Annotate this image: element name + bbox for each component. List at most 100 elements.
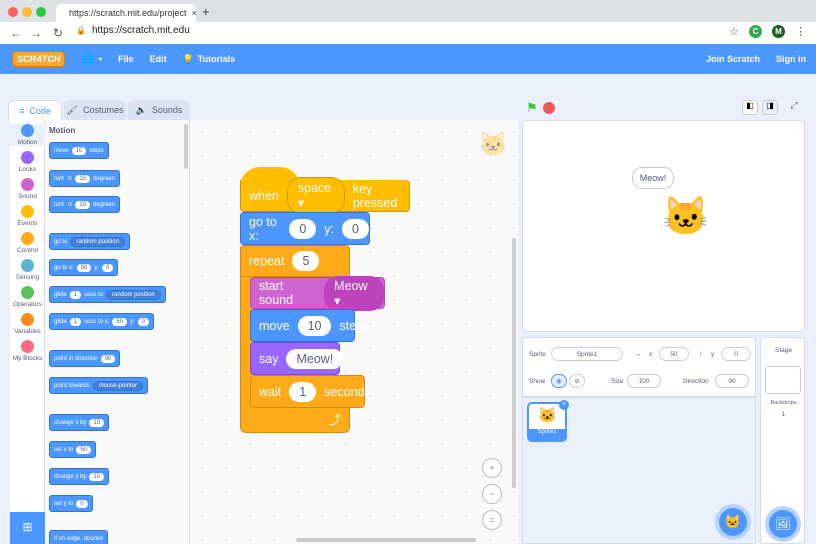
cat-thumbnail-icon: 🐱 [538,407,557,424]
tab-code[interactable]: ≡ Code [8,100,62,120]
wait-seconds-input[interactable]: 1 [289,381,317,402]
y-label: y [711,351,715,358]
category-control[interactable]: Control [10,232,45,254]
repeat-block[interactable]: repeat 5 [240,245,350,277]
add-extension-button[interactable]: ⊞ [10,512,45,544]
category-my-blocks[interactable]: My Blocks [10,340,45,362]
script-scrollbar[interactable] [296,538,476,542]
move-steps-block[interactable]: move 10 steps [250,309,369,342]
close-window-button[interactable] [8,7,18,17]
large-stage-icon[interactable]: ◨ [762,100,778,115]
address-field[interactable]: 🔒 https://scratch.mit.edu [76,25,190,36]
sprite-name-input[interactable]: Sprite1 [551,347,623,361]
palette-gotoxy-block[interactable]: go to x: 50 y: 0 [49,259,119,276]
sprite-cat-watermark-icon: 🐱 [478,131,508,158]
wait-seconds-block[interactable]: wait 1 seconds [250,375,371,408]
tab-costumes[interactable]: 🖌 Costumes [64,100,126,120]
stop-icon[interactable] [543,102,555,114]
profile-avatar[interactable]: M [772,25,785,38]
edit-menu[interactable]: Edit [150,54,167,64]
x-input[interactable]: 50 [659,347,689,361]
start-sound-block[interactable]: start sound Meow ▾ [250,275,385,311]
browser-tab[interactable]: https://scratch.mit.edu/project × [56,4,197,22]
palette-glidexy-block[interactable]: glide 1 secs to x: 50 y: 0 [49,313,155,330]
size-input[interactable]: 100 [627,374,661,388]
palette-goto-block[interactable]: go to random position [49,233,131,250]
palette-point-direction-block[interactable]: point in direction 90 [49,350,121,367]
back-icon[interactable]: ← [8,26,24,40]
category-operators[interactable]: Operators [10,286,45,308]
script-scrollbar-vertical[interactable] [512,238,516,488]
key-dropdown[interactable]: space ▾ [286,177,345,214]
sound-dropdown[interactable]: Meow ▾ [324,275,384,311]
palette-turn-left-block[interactable]: turn ↺ 15 degrees [49,196,120,213]
category-motion[interactable]: Motion [10,124,45,146]
hide-eye-icon[interactable]: ⊘ [569,374,585,388]
tab-sounds[interactable]: 🔈 Sounds [128,100,190,120]
repeat-count-input[interactable]: 5 [292,251,320,271]
backdrop-thumbnail[interactable] [765,366,801,394]
file-menu[interactable]: File [118,54,134,64]
palette-bounce-block[interactable]: if on edge, bounce [49,530,109,544]
goto-x-input[interactable]: 0 [289,218,317,239]
zoom-out-icon[interactable]: − [482,484,502,504]
y-input[interactable]: 0 [721,347,751,361]
goto-y-input[interactable]: 0 [342,218,369,239]
palette-scrollbar[interactable] [184,124,188,169]
join-scratch-link[interactable]: Join Scratch [706,54,760,64]
sprite-thumbnail[interactable]: 🐱 Sprite1 × [527,400,569,442]
new-tab-button[interactable]: + [202,4,210,19]
forward-icon[interactable]: → [28,26,44,40]
delete-sprite-icon[interactable]: × [559,400,569,410]
green-flag-icon[interactable]: ⚑ [526,100,538,116]
close-tab-icon[interactable]: × [192,8,197,18]
palette-turn-right-block[interactable]: turn ↻ 15 degrees [49,170,120,187]
tutorials-label: Tutorials [197,54,236,64]
fullscreen-icon[interactable]: ⤢ [786,100,802,115]
category-events[interactable]: Events [10,205,45,227]
extension-icon[interactable]: C [749,25,762,38]
category-sound[interactable]: Sound [10,178,45,200]
star-icon[interactable]: ☆ [729,25,739,38]
palette-point-towards-block[interactable]: point towards mouse-pointer [49,377,149,394]
palette-change-x-block[interactable]: change x by 10 [49,414,110,431]
zoom-controls: + − = [482,458,502,536]
goto-xy-block[interactable]: go to x: 0 y: 0 [240,212,370,245]
category-menu: Motion Looks Sound Events Control Sensin… [10,120,45,544]
stage-selector[interactable]: Stage Backdrops 1 🖼 [760,337,805,544]
add-backdrop-button[interactable]: 🖼 [769,510,797,538]
tab-sounds-label: Sounds [151,105,183,115]
minimize-window-button[interactable] [22,7,32,17]
menu-kebab-icon[interactable]: ⋮ [795,25,806,38]
zoom-reset-icon[interactable]: = [482,510,502,530]
zoom-in-icon[interactable]: + [482,458,502,478]
tutorials-menu[interactable]: 💡 Tutorials [183,54,236,65]
category-looks[interactable]: Looks [10,151,45,173]
maximize-window-button[interactable] [36,7,46,17]
small-stage-icon[interactable]: ◧ [742,100,758,115]
palette-change-y-block[interactable]: change y by 10 [49,468,110,485]
say-text-input[interactable]: Meow! [286,348,344,369]
rotate-right-icon: ↻ [67,176,73,182]
show-visible-eye-icon[interactable]: ◉ [551,374,567,388]
reload-icon[interactable]: ↻ [50,26,66,40]
palette-set-x-block[interactable]: set x to 50 [49,441,97,458]
when-key-pressed-block[interactable]: when space ▾ key pressed [240,177,410,214]
tab-code-label: Code [29,105,51,116]
cat-sprite-icon[interactable]: 🐱 [662,195,709,239]
language-menu[interactable]: 🌐 ▾ [81,53,102,66]
size-label: Size [611,378,624,385]
move-steps-input[interactable]: 10 [297,315,332,336]
palette-glide-block[interactable]: glide 1 secs to random position [49,286,166,303]
palette-set-y-block[interactable]: set y to 0 [49,495,93,512]
palette-move-block[interactable]: move 10 steps [49,142,109,159]
direction-input[interactable]: 90 [715,374,749,388]
say-block[interactable]: say Meow! [250,342,344,375]
scratch-logo[interactable]: SCRATCH [12,51,66,67]
category-variables[interactable]: Variables [10,313,45,335]
sign-in-link[interactable]: Sign in [776,54,806,64]
add-sprite-button[interactable]: 🐱 [719,508,747,536]
block-palette: Motion move 10 steps turn ↻ 15 degrees turn ↺ 1… [45,120,190,544]
category-sensing[interactable]: Sensing [10,259,45,281]
direction-label: Direction [683,378,709,385]
